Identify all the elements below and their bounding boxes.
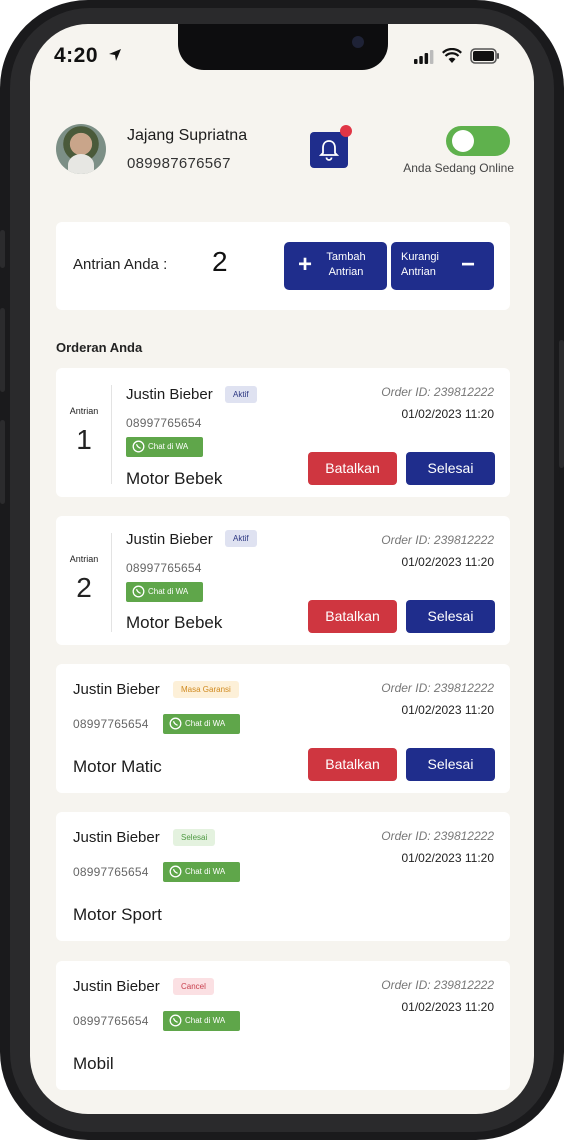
- app-screen: 4:20 Jajang Supriatna 089987676567 Anda …: [30, 24, 534, 1114]
- status-time: 4:20: [54, 44, 99, 67]
- vehicle-type: Motor Sport: [73, 905, 162, 924]
- vehicle-type: Motor Bebek: [126, 469, 223, 488]
- volume-down-button: [0, 420, 5, 504]
- customer-phone: 08997765654: [126, 561, 202, 575]
- divider: [111, 385, 112, 484]
- whatsapp-icon: [169, 865, 182, 878]
- status-badge: Aktif: [225, 386, 257, 403]
- done-button[interactable]: Selesai: [406, 600, 495, 633]
- order-date: 01/02/2023 11:20: [401, 555, 494, 569]
- online-status-label: Anda Sedang Online: [403, 161, 514, 175]
- customer-phone: 08997765654: [126, 416, 202, 430]
- cancel-button[interactable]: Batalkan: [308, 748, 397, 781]
- customer-name: Justin Bieber: [126, 386, 213, 403]
- order-id: Order ID: 239812222: [381, 681, 494, 695]
- queue-count: 2: [212, 246, 228, 277]
- customer-name: Justin Bieber: [73, 829, 160, 846]
- whatsapp-icon: [169, 1014, 182, 1027]
- order-card: Justin Bieber Cancel 08997765654 Chat di…: [56, 961, 510, 1090]
- customer-name: Justin Bieber: [73, 681, 160, 698]
- done-button[interactable]: Selesai: [406, 452, 495, 485]
- customer-phone: 08997765654: [73, 1014, 149, 1028]
- order-card: Antrian 1 Justin Bieber Aktif 0899776565…: [56, 368, 510, 497]
- customer-phone: 08997765654: [73, 717, 149, 731]
- plus-icon: +: [298, 251, 313, 278]
- location-arrow-icon: [109, 49, 121, 61]
- chat-wa-label: Chat di WA: [185, 867, 226, 876]
- divider: [111, 533, 112, 632]
- order-id: Order ID: 239812222: [381, 978, 494, 992]
- order-date: 01/02/2023 11:20: [401, 703, 494, 717]
- vehicle-type: Motor Matic: [73, 757, 162, 776]
- chat-wa-button[interactable]: Chat di WA: [163, 1011, 240, 1031]
- chat-wa-button[interactable]: Chat di WA: [126, 582, 203, 602]
- section-title: Orderan Anda: [56, 340, 143, 355]
- cancel-button[interactable]: Batalkan: [308, 600, 397, 633]
- cancel-button[interactable]: Batalkan: [308, 452, 397, 485]
- avatar[interactable]: [56, 124, 106, 174]
- order-date: 01/02/2023 11:20: [401, 407, 494, 421]
- reduce-queue-label: Kurangi Antrian: [401, 251, 439, 278]
- queue-label: Antrian Anda :: [73, 256, 168, 273]
- status-badge: Aktif: [225, 530, 257, 547]
- antrian-number: 1: [76, 424, 92, 455]
- signal-icon: [414, 50, 434, 64]
- antrian-caption: Antrian: [69, 554, 99, 564]
- chat-wa-label: Chat di WA: [148, 442, 189, 451]
- user-phone: 089987676567: [127, 155, 231, 172]
- vehicle-type: Motor Bebek: [126, 613, 223, 632]
- vehicle-type: Mobil: [73, 1054, 114, 1073]
- notification-button[interactable]: [310, 132, 348, 168]
- notch: [178, 24, 388, 70]
- camera: [352, 36, 364, 48]
- order-id: Order ID: 239812222: [381, 829, 494, 843]
- order-id: Order ID: 239812222: [381, 533, 494, 547]
- power-button: [559, 340, 564, 468]
- status-badge: Selesai: [173, 829, 216, 846]
- bell-icon: [319, 140, 339, 161]
- whatsapp-icon: [132, 440, 145, 453]
- chat-wa-label: Chat di WA: [148, 587, 189, 596]
- customer-phone: 08997765654: [73, 865, 149, 879]
- order-card: Justin Bieber Selesai 08997765654 Chat d…: [56, 812, 510, 941]
- antrian-caption: Antrian: [69, 406, 99, 416]
- minus-icon: −: [461, 251, 476, 278]
- order-date: 01/02/2023 11:20: [401, 1000, 494, 1014]
- wifi-icon: [442, 48, 462, 63]
- chat-wa-button[interactable]: Chat di WA: [163, 714, 240, 734]
- chat-wa-button[interactable]: Chat di WA: [126, 437, 203, 457]
- chat-wa-label: Chat di WA: [185, 719, 226, 728]
- user-name: Jajang Supriatna: [127, 127, 248, 144]
- whatsapp-icon: [169, 717, 182, 730]
- battery-icon: [470, 48, 499, 64]
- toggle-knob: [452, 130, 474, 152]
- online-toggle[interactable]: [446, 126, 510, 156]
- add-queue-label: Tambah Antrian: [326, 251, 366, 278]
- status-badge: Masa Garansi: [173, 681, 239, 698]
- mute-switch: [0, 230, 5, 268]
- reduce-queue-button[interactable]: Kurangi Antrian −: [391, 242, 494, 290]
- antrian-number: 2: [76, 572, 92, 603]
- whatsapp-icon: [132, 585, 145, 598]
- chat-wa-button[interactable]: Chat di WA: [163, 862, 240, 882]
- order-id: Order ID: 239812222: [381, 385, 494, 399]
- queue-card: Antrian Anda : 2 + Tambah Antrian Kurang…: [56, 222, 510, 310]
- order-card: Antrian 2 Justin Bieber Aktif 0899776565…: [56, 516, 510, 645]
- customer-name: Justin Bieber: [126, 531, 213, 548]
- add-queue-button[interactable]: + Tambah Antrian: [284, 242, 387, 290]
- order-card: Justin Bieber Masa Garansi 08997765654 C…: [56, 664, 510, 793]
- order-date: 01/02/2023 11:20: [401, 851, 494, 865]
- chat-wa-label: Chat di WA: [185, 1016, 226, 1025]
- customer-name: Justin Bieber: [73, 978, 160, 995]
- status-badge: Cancel: [173, 978, 214, 995]
- notification-badge: [340, 125, 352, 137]
- volume-up-button: [0, 308, 5, 392]
- done-button[interactable]: Selesai: [406, 748, 495, 781]
